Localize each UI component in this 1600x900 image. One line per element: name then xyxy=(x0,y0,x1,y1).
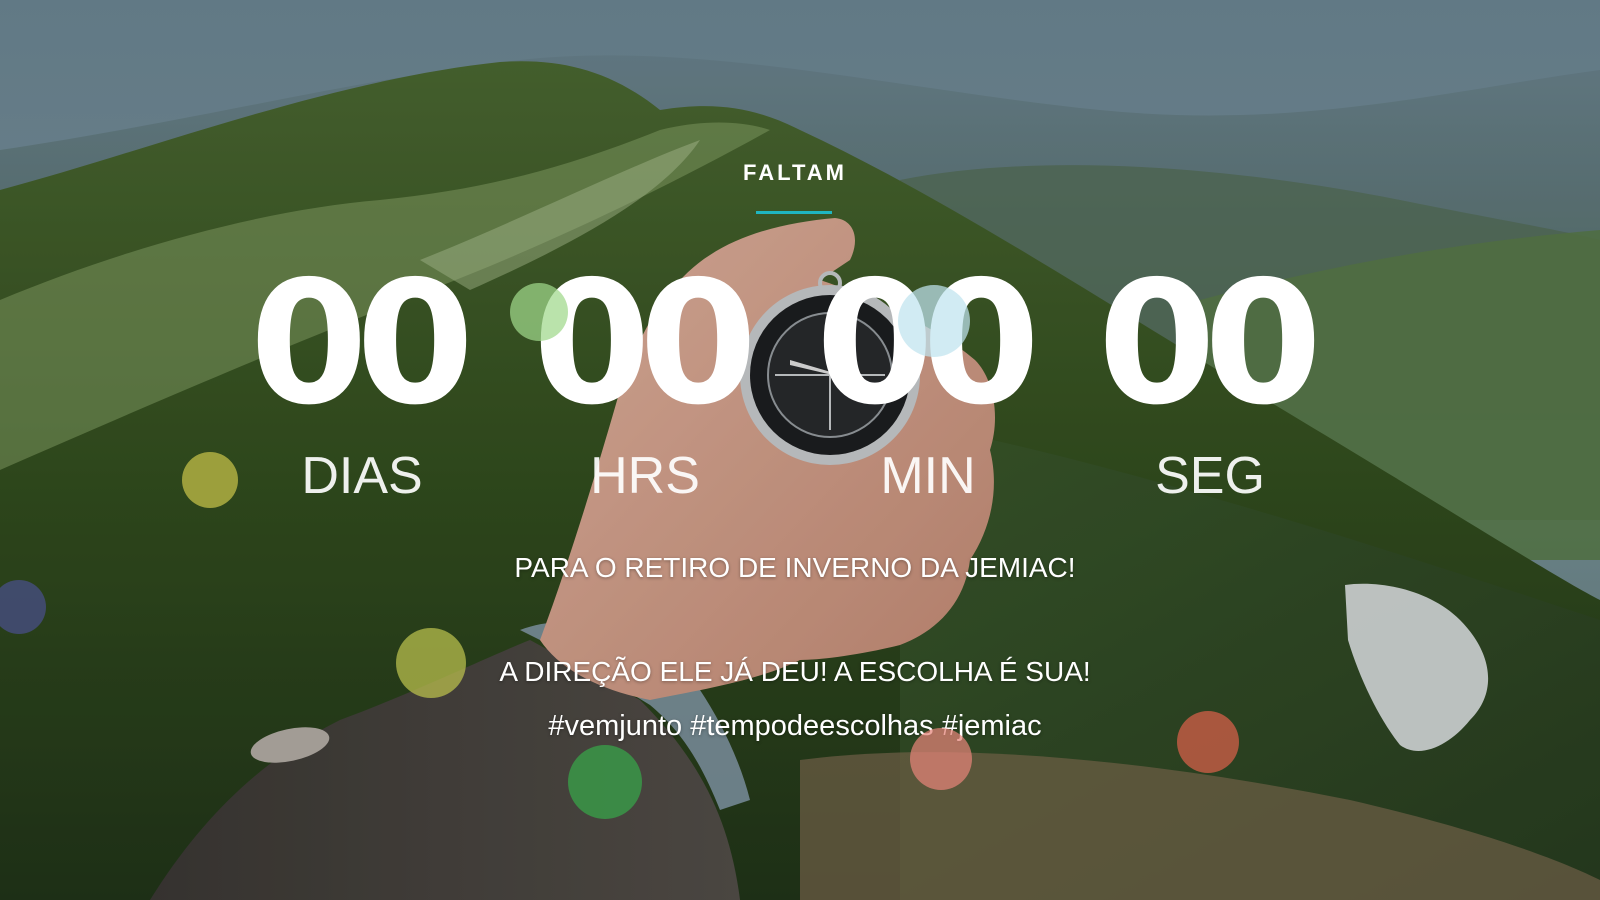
decorative-dot xyxy=(1177,711,1239,773)
hours-value: 00 xyxy=(532,245,758,443)
decorative-dot xyxy=(182,452,238,508)
days-value: 00 xyxy=(249,245,475,443)
seconds-value: 00 xyxy=(1097,245,1323,443)
choice-message: A DIREÇÃO ELE JÁ DEU! A ESCOLHA É SUA! xyxy=(499,656,1091,687)
decorative-dot xyxy=(396,628,466,698)
event-message: PARA O RETIRO DE INVERNO DA JEMIAC! xyxy=(514,552,1076,583)
hashtags-text: #vemjunto #tempodeescolhas #jemiac xyxy=(548,710,1042,742)
background-scrim xyxy=(0,0,1600,900)
decorative-dot xyxy=(568,745,642,819)
countdown-seconds: 00 SEG xyxy=(1090,258,1330,506)
countdown-days: 00 DIAS xyxy=(242,258,482,506)
decorative-dot xyxy=(910,728,972,790)
hours-label: HRS xyxy=(590,447,700,505)
seconds-label: SEG xyxy=(1155,447,1265,505)
countdown-heading: FALTAM xyxy=(743,160,847,185)
decorative-dot xyxy=(898,285,970,357)
days-label: DIAS xyxy=(301,447,423,505)
countdown-page: FALTAM 00 DIAS 00 HRS 00 MIN 00 SEG PARA… xyxy=(0,0,1600,900)
heading-underline xyxy=(756,211,832,214)
minutes-label: MIN xyxy=(880,447,976,505)
decorative-dot xyxy=(510,283,568,341)
